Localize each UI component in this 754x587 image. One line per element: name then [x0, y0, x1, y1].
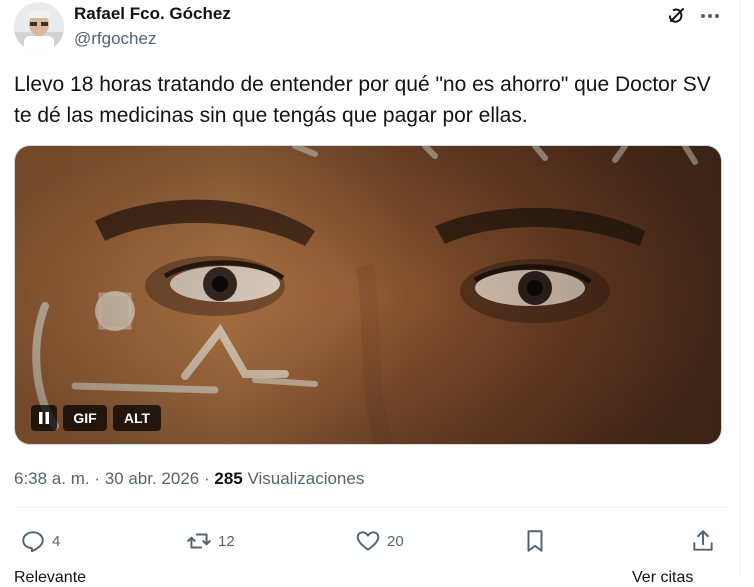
- grok-icon[interactable]: [664, 4, 688, 28]
- tweet-text: Llevo 18 horas tratando de entender por …: [14, 73, 711, 127]
- media-controls: GIF ALT: [31, 405, 161, 431]
- reply-button[interactable]: 4: [20, 527, 60, 555]
- meta-separator: ·: [89, 469, 105, 488]
- alt-button[interactable]: ALT: [113, 405, 161, 431]
- reply-icon: [22, 531, 44, 553]
- gif-badge: GIF: [63, 405, 107, 431]
- repost-count: 12: [218, 532, 235, 550]
- tweet-time[interactable]: 6:38 a. m.: [14, 469, 90, 488]
- views-label: Visualizaciones: [247, 469, 365, 488]
- pause-icon: [39, 412, 49, 424]
- author-name[interactable]: Rafael Fco. Góchez: [74, 4, 231, 24]
- share-button[interactable]: [690, 527, 716, 555]
- like-button[interactable]: 20: [355, 527, 404, 555]
- like-count: 20: [387, 532, 404, 550]
- column-border: [740, 0, 741, 577]
- pause-button[interactable]: [31, 405, 57, 431]
- tweet-media-gif[interactable]: GIF ALT: [14, 145, 722, 445]
- repost-icon: [187, 533, 211, 549]
- sort-replies-label[interactable]: Relevante: [14, 569, 86, 587]
- meta-separator-2: ·: [199, 469, 215, 488]
- views-count: 285: [214, 469, 243, 488]
- more-icon[interactable]: [698, 4, 722, 28]
- repost-button[interactable]: 12: [186, 527, 235, 555]
- bookmark-icon: [527, 530, 543, 552]
- tweet-meta: 6:38 a. m. · 30 abr. 2026 · 285 Visualiz…: [14, 469, 364, 489]
- reply-count: 4: [52, 532, 61, 550]
- tweet-date[interactable]: 30 abr. 2026: [105, 469, 200, 488]
- avatar[interactable]: [14, 2, 64, 52]
- share-icon: [693, 530, 713, 551]
- bookmark-button[interactable]: [522, 527, 548, 555]
- divider: [14, 507, 726, 508]
- view-quotes-link[interactable]: Ver citas: [632, 569, 693, 587]
- heart-icon: [356, 531, 380, 551]
- author-handle[interactable]: @rfgochez: [74, 29, 156, 49]
